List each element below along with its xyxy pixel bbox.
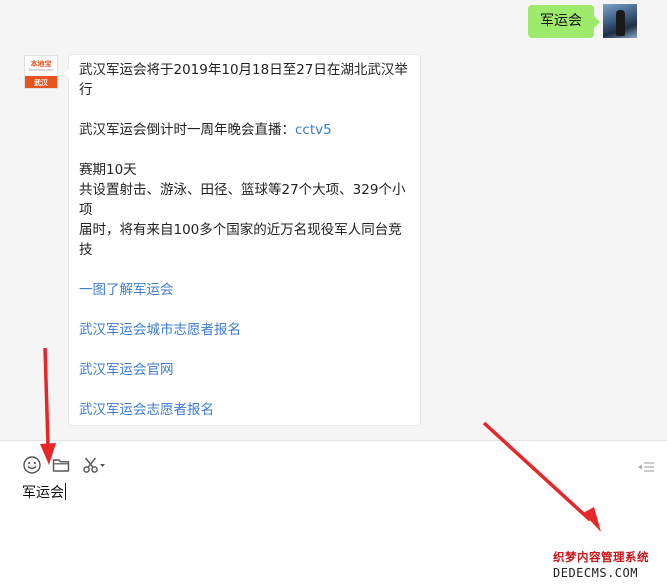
message-line: 共设置射击、游泳、田径、篮球等27个大项、329个小: [79, 182, 406, 198]
line-spacer: [79, 260, 410, 280]
line-spacer: [79, 340, 410, 360]
screenshot-scissors-icon[interactable]: [81, 455, 107, 475]
outgoing-message-bubble[interactable]: 军运会: [528, 5, 600, 38]
message-line: 项: [79, 202, 93, 218]
folder-icon[interactable]: [51, 455, 71, 475]
watermark: 织梦内容管理系统 DEDECMS.COM: [553, 549, 665, 582]
message-line: 行: [79, 82, 93, 98]
message-input-text[interactable]: 军运会: [22, 483, 66, 503]
line-spacer: [79, 100, 410, 120]
text-caret: [65, 483, 66, 500]
link-infographic[interactable]: 一图了解军运会: [79, 280, 410, 300]
link-volunteer-signup[interactable]: 武汉军运会志愿者报名: [79, 400, 410, 420]
avatar-figure: [616, 10, 625, 36]
message-line: 技: [79, 242, 93, 258]
message-line: 赛期10天: [79, 162, 137, 178]
bot-avatar[interactable]: 本地宝 Bendibao.com 武汉: [24, 55, 58, 89]
user-avatar[interactable]: [603, 4, 637, 38]
line-spacer: [79, 380, 410, 400]
bot-avatar-logo: 本地宝 Bendibao.com: [25, 56, 57, 76]
link-official-site[interactable]: 武汉军运会官网: [79, 360, 410, 380]
watermark-domain: DEDECMS.COM: [553, 566, 638, 580]
watermark-title: 织梦内容管理系统: [553, 550, 649, 564]
chat-history-icon[interactable]: [636, 460, 656, 474]
message-line-with-link: 武汉军运会倒计时一周年晚会直播：cctv5: [79, 120, 410, 140]
incoming-message-bubble: 武汉军运会将于2019年10月18日至27日在湖北武汉举 行 武汉军运会倒计时一…: [62, 54, 421, 426]
message-input-value: 军运会: [22, 485, 64, 501]
message-line: 届时，将有来自100多个国家的近万名现役军人同台竞: [79, 222, 402, 238]
message-line-text: 武汉军运会倒计时一周年晚会直播：: [79, 122, 295, 138]
emoji-icon[interactable]: [22, 455, 42, 475]
bot-avatar-domain: Bendibao.com: [28, 68, 54, 72]
link-city-volunteer-signup[interactable]: 武汉军运会城市志愿者报名: [79, 320, 410, 340]
cctv5-link[interactable]: cctv5: [295, 122, 332, 138]
line-spacer: [79, 300, 410, 320]
message-line: 武汉军运会将于2019年10月18日至27日在湖北武汉举: [79, 62, 408, 78]
bot-avatar-city: 武汉: [25, 76, 57, 88]
bot-avatar-brand: 本地宝: [30, 60, 52, 68]
chat-history: 军运会 本地宝 Bendibao.com 武汉 武汉军运会将于2019年10月1…: [0, 0, 667, 440]
line-spacer: [79, 140, 410, 160]
